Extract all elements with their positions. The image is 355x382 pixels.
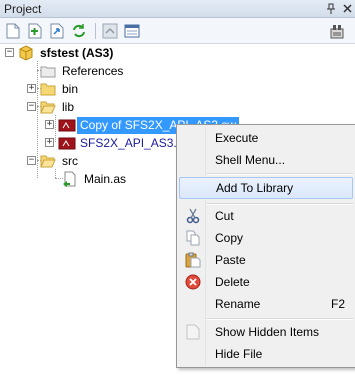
tree-node-src[interactable]: src	[40, 152, 81, 170]
menu-label-execute: Execute	[215, 131, 259, 145]
menu-label-show-hidden: Show Hidden Items	[215, 325, 320, 339]
context-menu: Execute Shell Menu... Add To Library Cut…	[176, 124, 355, 368]
close-icon[interactable]	[339, 1, 355, 17]
menu-item-hide-file[interactable]: Hide File	[179, 343, 353, 365]
open-file-icon[interactable]	[47, 21, 67, 41]
tree-line	[55, 115, 56, 142]
collapse-src-toggle[interactable]: −	[27, 156, 36, 165]
menu-label-copy: Copy	[215, 231, 244, 245]
new-file-icon[interactable]	[3, 21, 23, 41]
delete-icon	[179, 271, 207, 293]
expand-lib-item-2-toggle[interactable]: +	[45, 138, 54, 147]
menu-item-delete[interactable]: Delete	[179, 271, 353, 293]
copy-icon	[179, 227, 207, 249]
menu-separator	[207, 173, 353, 175]
tree-label-bin: bin	[62, 81, 79, 96]
project-cube-icon	[18, 45, 34, 61]
collapse-icon[interactable]	[100, 21, 120, 41]
folder-open-icon	[40, 153, 56, 169]
swc-file-icon	[58, 117, 76, 133]
menu-item-rename[interactable]: Rename F2	[179, 293, 353, 315]
menu-item-add-to-library[interactable]: Add To Library	[179, 177, 353, 199]
menu-label-shell-menu: Shell Menu...	[215, 153, 286, 167]
menu-separator	[207, 318, 353, 320]
folder-open-icon	[40, 99, 56, 115]
menu-label-add-to-library: Add To Library	[216, 181, 294, 195]
refresh-icon[interactable]	[69, 21, 89, 41]
menu-item-cut[interactable]: Cut	[179, 205, 353, 227]
menu-label-paste: Paste	[215, 253, 246, 267]
properties-icon[interactable]	[122, 21, 142, 41]
panel-title: Project	[4, 1, 42, 16]
folder-icon	[40, 81, 56, 97]
menu-shortcut-rename: F2	[330, 297, 345, 311]
tree-label-root: sfstest (AS3)	[40, 45, 114, 60]
menu-label-rename: Rename	[215, 297, 261, 311]
menu-item-show-hidden[interactable]: Show Hidden Items	[179, 321, 353, 343]
collapse-root-toggle[interactable]: −	[5, 48, 14, 57]
actionscript-file-icon	[62, 171, 78, 187]
tree-node-lib[interactable]: lib	[40, 98, 77, 116]
menu-label-hide-file: Hide File	[215, 347, 263, 361]
tree-label-main: Main.as	[84, 171, 127, 186]
tree-label-src: src	[62, 153, 78, 168]
panel-titlebar: Project	[0, 0, 355, 18]
menu-item-copy[interactable]: Copy	[179, 227, 353, 249]
menu-label-cut: Cut	[215, 209, 234, 223]
menu-item-paste[interactable]: Paste	[179, 249, 353, 271]
tree-line	[55, 169, 56, 178]
references-folder-icon	[40, 63, 56, 79]
paste-icon	[179, 249, 207, 271]
collapse-lib-toggle[interactable]: −	[27, 102, 36, 111]
menu-label-delete: Delete	[215, 275, 250, 289]
project-toolbar	[0, 18, 355, 44]
add-file-icon[interactable]	[25, 21, 45, 41]
tree-node-main[interactable]: Main.as	[62, 170, 129, 188]
expand-lib-item-1-toggle[interactable]: +	[45, 120, 54, 129]
tree-node-bin[interactable]: bin	[40, 80, 81, 98]
expand-bin-toggle[interactable]: +	[27, 84, 36, 93]
cut-icon	[179, 205, 207, 227]
pin-icon[interactable]	[323, 1, 339, 17]
tree-label-references: References	[62, 63, 124, 78]
tree-node-root[interactable]: sfstest (AS3)	[18, 44, 116, 62]
tree-node-references[interactable]: References	[40, 62, 126, 80]
show-hidden-icon	[179, 321, 207, 343]
swc-file-icon	[58, 135, 76, 151]
toolbar-separator	[95, 22, 96, 39]
tree-label-lib: lib	[62, 99, 75, 114]
menu-item-shell-menu[interactable]: Shell Menu...	[179, 149, 353, 171]
project-settings-icon[interactable]	[327, 21, 347, 41]
menu-item-execute[interactable]: Execute	[179, 127, 353, 149]
